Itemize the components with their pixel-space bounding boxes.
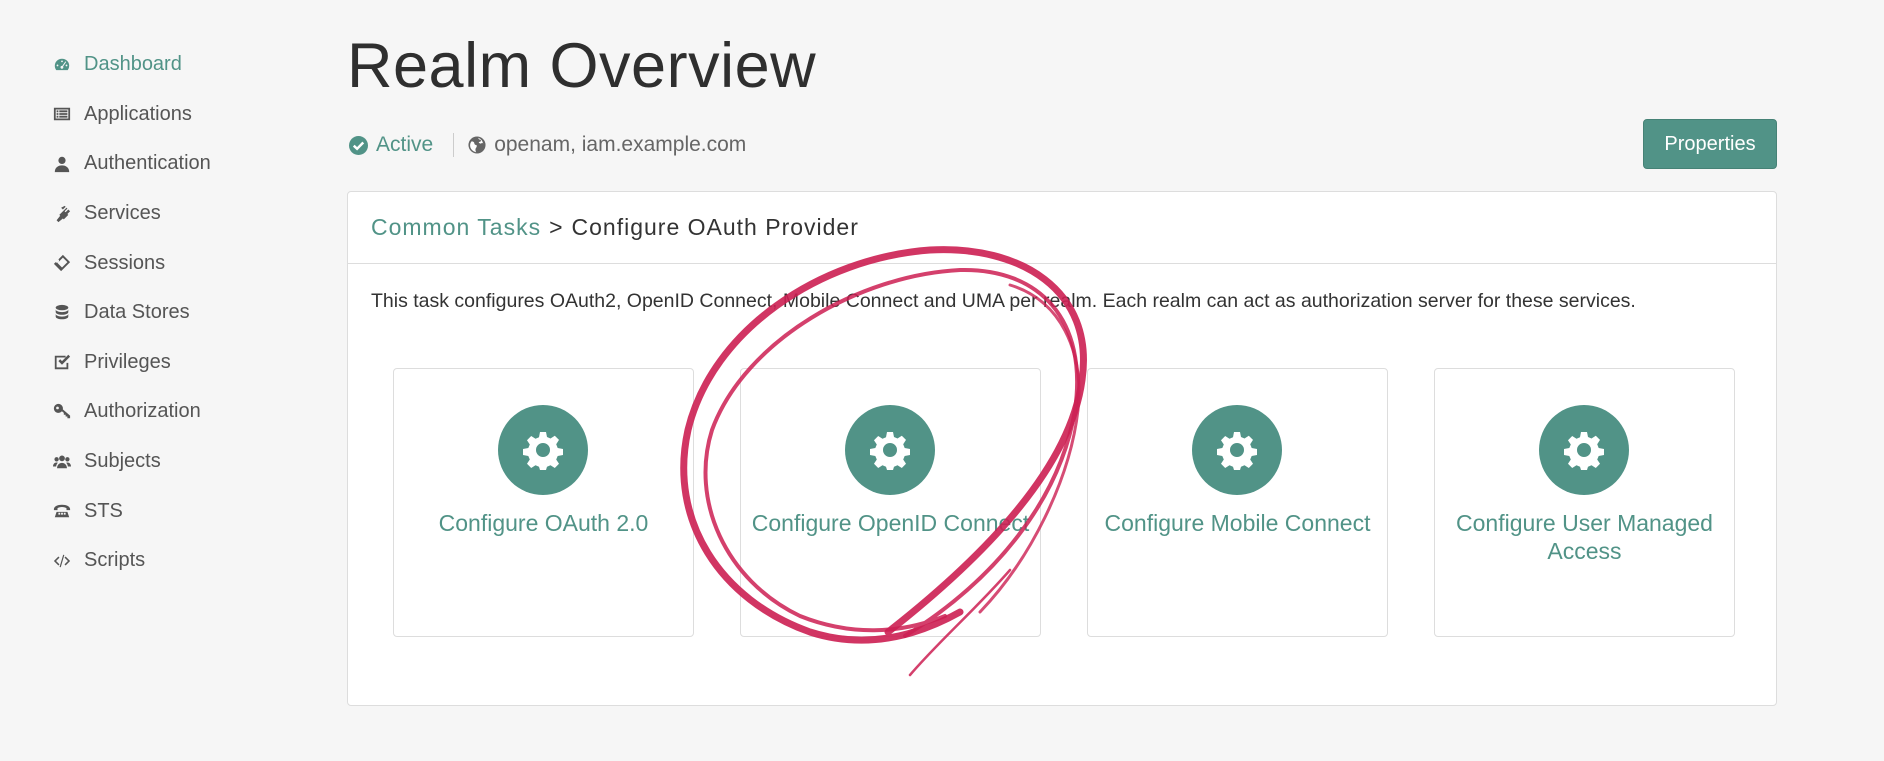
gear-icon	[845, 405, 935, 495]
sidebar-item-label: STS	[84, 499, 123, 522]
realm-meta: Active openam, iam.example.com	[349, 133, 746, 157]
sidebar-item-label: Subjects	[84, 450, 161, 473]
sidebar: Dashboard Applications Authentication Se…	[52, 40, 312, 586]
gear-icon	[1192, 405, 1282, 495]
sidebar-item-authorization[interactable]: Authorization	[52, 387, 312, 437]
card-label: Configure OAuth 2.0	[438, 510, 649, 536]
sidebar-item-authentication[interactable]: Authentication	[52, 139, 312, 189]
breadcrumb-common-tasks-link[interactable]: Common Tasks	[371, 214, 541, 241]
gear-icon	[1539, 405, 1629, 495]
code-icon	[52, 551, 72, 571]
sidebar-item-label: Authorization	[84, 400, 201, 423]
sidebar-item-applications[interactable]: Applications	[52, 90, 312, 140]
breadcrumb: Common Tasks > Configure OAuth Provider	[348, 192, 1776, 264]
ticket-icon	[52, 253, 72, 273]
card-label: Configure OpenID Connect	[751, 510, 1030, 536]
sidebar-item-data-stores[interactable]: Data Stores	[52, 288, 312, 338]
task-cards: Configure OAuth 2.0 Configure OpenID Con…	[393, 368, 1735, 637]
task-description: This task configures OAuth2, OpenID Conn…	[371, 290, 1636, 312]
sidebar-item-label: Sessions	[84, 251, 166, 274]
checkbox-icon	[52, 352, 72, 372]
phone-icon	[52, 501, 72, 521]
card-label: Configure User Managed Access	[1456, 510, 1713, 564]
configure-openid-connect-card[interactable]: Configure OpenID Connect	[740, 368, 1041, 637]
sidebar-item-scripts[interactable]: Scripts	[52, 536, 312, 586]
applications-icon	[52, 104, 72, 124]
properties-button[interactable]: Properties	[1643, 119, 1777, 169]
check-circle-icon	[349, 135, 368, 155]
divider	[453, 133, 455, 157]
breadcrumb-separator: >	[549, 214, 564, 240]
common-tasks-panel: Common Tasks > Configure OAuth Provider …	[347, 191, 1777, 706]
sidebar-item-label: Authentication	[84, 152, 211, 175]
globe-icon	[468, 136, 486, 154]
card-label: Configure Mobile Connect	[1104, 510, 1371, 536]
sidebar-item-label: Scripts	[84, 549, 146, 572]
sidebar-item-label: Services	[84, 202, 161, 225]
sidebar-item-sts[interactable]: STS	[52, 486, 312, 536]
configure-mobile-connect-card[interactable]: Configure Mobile Connect	[1087, 368, 1388, 637]
breadcrumb-current: Configure OAuth Provider	[571, 214, 859, 240]
dashboard-icon	[52, 55, 72, 75]
database-icon	[52, 303, 72, 323]
sidebar-item-dashboard[interactable]: Dashboard	[52, 40, 312, 90]
sidebar-item-sessions[interactable]: Sessions	[52, 238, 312, 288]
sidebar-item-subjects[interactable]: Subjects	[52, 437, 312, 487]
configure-oauth2-card[interactable]: Configure OAuth 2.0	[393, 368, 694, 637]
sidebar-item-services[interactable]: Services	[52, 189, 312, 239]
gear-icon	[498, 405, 588, 495]
status-text: Active	[376, 133, 434, 156]
realm-hosts: openam, iam.example.com	[468, 133, 746, 157]
sidebar-item-label: Dashboard	[84, 53, 182, 76]
sidebar-item-label: Privileges	[84, 350, 171, 373]
plug-icon	[52, 204, 72, 224]
configure-uma-card[interactable]: Configure User Managed Access	[1434, 368, 1735, 637]
sidebar-item-label: Data Stores	[84, 301, 190, 324]
user-icon	[52, 154, 72, 174]
status-badge: Active	[349, 133, 433, 157]
key-icon	[52, 402, 72, 422]
users-icon	[52, 452, 72, 472]
hosts-text: openam, iam.example.com	[494, 133, 747, 156]
page-title: Realm Overview	[347, 31, 817, 101]
sidebar-item-label: Applications	[84, 102, 192, 125]
sidebar-item-privileges[interactable]: Privileges	[52, 338, 312, 388]
